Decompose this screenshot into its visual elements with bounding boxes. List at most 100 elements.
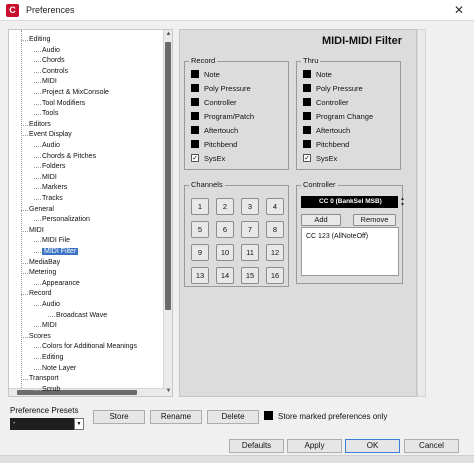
controller-spin-icon[interactable]: ▲ ▼ bbox=[399, 196, 406, 208]
channel-button[interactable]: 4 bbox=[266, 198, 284, 215]
tree-item[interactable]: Broadcast Wave bbox=[56, 311, 172, 321]
tree-item[interactable]: Scores bbox=[29, 332, 172, 342]
record-filter-checkbox[interactable]: Controller bbox=[191, 97, 237, 108]
channel-button[interactable]: 13 bbox=[191, 267, 209, 284]
thru-filter-checkbox[interactable]: Aftertouch bbox=[303, 125, 350, 136]
tree-item[interactable]: Audio bbox=[42, 300, 172, 310]
tree-item[interactable]: Audio bbox=[42, 46, 172, 56]
thru-filter-checkbox[interactable]: Pitchbend bbox=[303, 139, 349, 150]
checkmark-icon[interactable]: ✓ bbox=[303, 154, 311, 163]
checkbox-box[interactable] bbox=[303, 140, 311, 149]
record-filter-checkbox[interactable]: Pitchbend bbox=[191, 139, 237, 150]
record-filter-checkbox[interactable]: Program/Patch bbox=[191, 111, 254, 122]
channel-button[interactable]: 14 bbox=[216, 267, 234, 284]
tree-item-label: Metering bbox=[29, 269, 57, 277]
channel-button[interactable]: 12 bbox=[266, 244, 284, 261]
close-window-button[interactable]: ✕ bbox=[444, 0, 474, 21]
tree-item[interactable]: MIDI bbox=[29, 226, 172, 236]
record-filter-checkbox[interactable]: Note bbox=[191, 69, 220, 80]
checkbox-box[interactable] bbox=[191, 84, 199, 93]
thru-filter-checkbox[interactable]: Poly Pressure bbox=[303, 83, 363, 94]
channel-button[interactable]: 2 bbox=[216, 198, 234, 215]
tree-item[interactable]: Appearance bbox=[42, 279, 172, 289]
tree-item[interactable]: MIDI Filter bbox=[42, 247, 172, 257]
channel-button[interactable]: 9 bbox=[191, 244, 209, 261]
checkbox-box[interactable] bbox=[191, 140, 199, 149]
tree-item[interactable]: Folders bbox=[42, 162, 172, 172]
tree-item[interactable]: Chords bbox=[42, 56, 172, 66]
store-button[interactable]: Store bbox=[93, 410, 145, 424]
channel-button[interactable]: 1 bbox=[191, 198, 209, 215]
tree-item[interactable]: Editing bbox=[42, 353, 172, 363]
tree-item[interactable]: MediaBay bbox=[29, 258, 172, 268]
tree-item[interactable]: Event Display bbox=[29, 130, 172, 140]
channel-button[interactable]: 11 bbox=[241, 244, 259, 261]
channel-button[interactable]: 15 bbox=[241, 267, 259, 284]
tree-item[interactable]: Markers bbox=[42, 183, 172, 193]
checkbox-box[interactable] bbox=[303, 70, 311, 79]
channel-button[interactable]: 5 bbox=[191, 221, 209, 238]
store-marked-checkbox[interactable]: Store marked preferences only bbox=[264, 411, 387, 422]
channel-button[interactable]: 6 bbox=[216, 221, 234, 238]
record-filter-checkbox[interactable]: Poly Pressure bbox=[191, 83, 251, 94]
add-controller-button[interactable]: Add bbox=[301, 214, 341, 226]
record-filter-checkbox[interactable]: Aftertouch bbox=[191, 125, 238, 136]
checkbox-box[interactable] bbox=[264, 411, 273, 421]
channel-button[interactable]: 3 bbox=[241, 198, 259, 215]
checkbox-box[interactable] bbox=[191, 126, 199, 135]
list-item[interactable]: CC 123 (AllNoteOff) bbox=[306, 233, 368, 240]
tree-item[interactable]: Controls bbox=[42, 67, 172, 77]
tree-item[interactable]: MIDI bbox=[42, 173, 172, 183]
tree-item[interactable]: Transport bbox=[29, 374, 172, 384]
preference-presets-select[interactable]: - ▼ bbox=[10, 418, 84, 430]
controller-list[interactable]: CC 123 (AllNoteOff) bbox=[301, 227, 399, 276]
channel-button[interactable]: 7 bbox=[241, 221, 259, 238]
channel-button[interactable]: 10 bbox=[216, 244, 234, 261]
channel-button[interactable]: 16 bbox=[266, 267, 284, 284]
chevron-down-icon[interactable]: ▼ bbox=[74, 418, 84, 430]
checkbox-box[interactable] bbox=[303, 112, 311, 121]
checkbox-box[interactable] bbox=[191, 70, 199, 79]
tree-item[interactable]: Personalization bbox=[42, 215, 172, 225]
channel-button[interactable]: 8 bbox=[266, 221, 284, 238]
tree-item[interactable]: Chords & Pitches bbox=[42, 152, 172, 162]
tree-item[interactable]: General bbox=[29, 205, 172, 215]
tree-item[interactable]: Scrub bbox=[42, 385, 172, 395]
checkbox-box[interactable] bbox=[303, 98, 311, 107]
preferences-tree[interactable]: ▲ ▼ Editing Audio Chords Controls MIDI Projec… bbox=[8, 29, 173, 397]
apply-button[interactable]: Apply bbox=[287, 439, 342, 453]
tree-item[interactable]: MIDI bbox=[42, 321, 172, 331]
thru-filter-checkbox[interactable]: Program Change bbox=[303, 111, 373, 122]
tree-item[interactable]: Note Layer bbox=[42, 364, 172, 374]
tree-item[interactable]: Editors bbox=[29, 120, 172, 130]
tree-item[interactable]: Editing bbox=[29, 35, 172, 45]
tree-item[interactable]: Colors for Additional Meanings bbox=[42, 342, 172, 352]
tree-item[interactable]: Metering bbox=[29, 268, 172, 278]
main-vertical-scrollbar[interactable] bbox=[417, 29, 426, 397]
checkbox-box[interactable] bbox=[191, 112, 199, 121]
thru-filter-checkbox[interactable]: Note bbox=[303, 69, 332, 80]
thru-filter-checkbox[interactable]: ✓ SysEx bbox=[303, 153, 337, 164]
rename-button[interactable]: Rename bbox=[150, 410, 202, 424]
defaults-button[interactable]: Defaults bbox=[229, 439, 284, 453]
record-filter-checkbox[interactable]: ✓ SysEx bbox=[191, 153, 225, 164]
tree-item[interactable]: Tracks bbox=[42, 194, 172, 204]
tree-item[interactable]: Tools bbox=[42, 109, 172, 119]
ok-button[interactable]: OK bbox=[345, 439, 400, 453]
tree-item[interactable]: Tool Modifiers bbox=[42, 99, 172, 109]
tree-item[interactable]: Project & MixConsole bbox=[42, 88, 172, 98]
tree-item[interactable]: Record bbox=[29, 289, 172, 299]
tree-item[interactable]: MIDI File bbox=[42, 236, 172, 246]
checkbox-label: Controller bbox=[316, 98, 349, 107]
tree-item[interactable]: Audio bbox=[42, 141, 172, 151]
controller-select[interactable]: CC 0 (BankSel MSB) bbox=[301, 196, 398, 208]
delete-button[interactable]: Delete bbox=[207, 410, 259, 424]
remove-controller-button[interactable]: Remove bbox=[353, 214, 396, 226]
checkbox-box[interactable] bbox=[303, 84, 311, 93]
checkmark-icon[interactable]: ✓ bbox=[191, 154, 199, 163]
thru-filter-checkbox[interactable]: Controller bbox=[303, 97, 349, 108]
tree-item[interactable]: MIDI bbox=[42, 77, 172, 87]
checkbox-box[interactable] bbox=[191, 98, 199, 107]
checkbox-box[interactable] bbox=[303, 126, 311, 135]
cancel-button[interactable]: Cancel bbox=[404, 439, 459, 453]
